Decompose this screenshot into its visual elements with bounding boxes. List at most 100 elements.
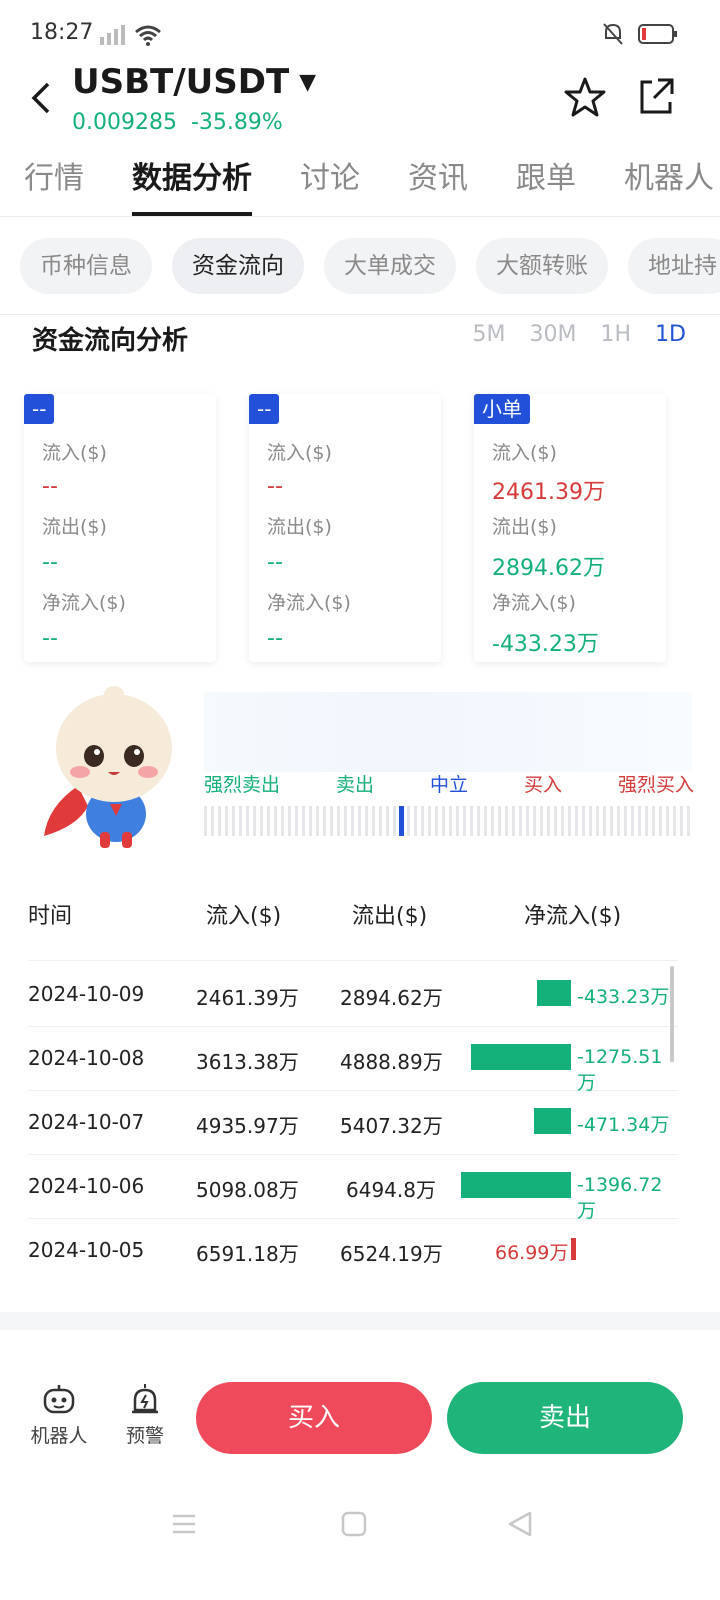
sentiment-labels: 强烈卖出 卖出 中立 买入 强烈买入 <box>204 770 694 797</box>
inflow-label: 流入($) <box>267 442 332 464</box>
table-row[interactable]: 2024-10-06 5098.08万 6494.8万 -1396.72万 <box>28 1154 678 1222</box>
price-line: 0.009285 -35.89% <box>72 110 283 135</box>
outflow-label: 流出($) <box>267 516 332 538</box>
cell-net: -433.23万 <box>577 986 670 1008</box>
divider <box>0 314 720 315</box>
period-30m[interactable]: 30M <box>530 322 577 347</box>
outflow-label: 流出($) <box>42 516 107 538</box>
share-icon[interactable] <box>636 76 676 118</box>
sentiment-strong-buy: 强烈买入 <box>617 774 694 796</box>
robot-entry[interactable]: 机器人 <box>28 1384 90 1448</box>
inflow-value: -- <box>42 474 58 499</box>
net-label: 净流入($) <box>267 592 351 614</box>
menu-icon[interactable] <box>170 1510 198 1538</box>
cell-date: 2024-10-07 <box>28 1110 145 1134</box>
status-icons <box>98 24 162 46</box>
pair-selector[interactable]: USBT/USDT ▼ <box>72 62 316 102</box>
outflow-value: 2894.62万 <box>492 556 605 581</box>
sentiment-strong-sell: 强烈卖出 <box>204 774 281 796</box>
inflow-label: 流入($) <box>42 442 107 464</box>
tab-robot[interactable]: 机器人 <box>600 158 720 216</box>
price-change: -35.89% <box>190 110 283 135</box>
tab-market[interactable]: 行情 <box>0 158 108 216</box>
net-bar <box>536 980 571 1006</box>
cell-outflow: 2894.62万 <box>340 986 443 1010</box>
table-row[interactable]: 2024-10-09 2461.39万 2894.62万 -433.23万 <box>28 962 678 1027</box>
cell-net: -1396.72万 <box>577 1174 663 1222</box>
last-price: 0.009285 <box>72 110 177 135</box>
caret-down-icon: ▼ <box>299 69 317 95</box>
outflow-value: -- <box>267 550 283 575</box>
card-tag: 小单 <box>474 394 530 424</box>
net-value: -433.23万 <box>492 632 599 657</box>
card-tag: -- <box>24 394 55 424</box>
chip-fund-flow[interactable]: 资金流向 <box>172 238 304 294</box>
sub-tabs: 币种信息 资金流向 大单成交 大额转账 地址持 <box>20 238 720 294</box>
buy-button[interactable]: 买入 <box>196 1382 432 1454</box>
net-label: 净流入($) <box>42 592 126 614</box>
sell-button[interactable]: 卖出 <box>447 1382 683 1454</box>
main-tabs: 行情 数据分析 讨论 资讯 跟单 机器人 <box>0 158 720 216</box>
chip-address-holdings[interactable]: 地址持 <box>628 238 720 294</box>
chip-large-orders[interactable]: 大单成交 <box>324 238 456 294</box>
inflow-value: 2461.39万 <box>492 480 605 505</box>
cell-outflow: 6524.19万 <box>340 1242 443 1266</box>
status-time: 18:27 <box>30 20 94 45</box>
table-row[interactable]: 2024-10-08 3613.38万 4888.89万 -1275.51万 <box>28 1026 678 1094</box>
sentiment-buy: 买入 <box>523 774 562 796</box>
net-value: -- <box>267 626 283 651</box>
tab-news[interactable]: 资讯 <box>384 158 492 216</box>
sentiment-gauge <box>204 806 692 836</box>
back-icon[interactable] <box>506 1510 534 1538</box>
chip-coin-info[interactable]: 币种信息 <box>20 238 152 294</box>
back-arrow-icon[interactable] <box>22 78 62 118</box>
header-time: 时间 <box>28 904 73 929</box>
header-inflow: 流入($) <box>206 904 282 929</box>
net-bar <box>571 1238 576 1260</box>
cell-outflow: 5407.32万 <box>340 1114 443 1138</box>
tab-discussion[interactable]: 讨论 <box>276 158 384 216</box>
cell-date: 2024-10-08 <box>28 1046 145 1070</box>
chip-large-transfers[interactable]: 大额转账 <box>476 238 608 294</box>
header-net: 净流入($) <box>524 904 622 929</box>
mascot-illustration <box>44 686 172 848</box>
inflow-label: 流入($) <box>492 442 557 464</box>
cell-date: 2024-10-05 <box>28 1238 145 1262</box>
divider <box>0 216 720 217</box>
pair-name: USBT/USDT <box>72 62 290 102</box>
table-scrollbar[interactable] <box>670 966 674 1062</box>
net-value: -- <box>42 626 58 651</box>
home-icon[interactable] <box>340 1510 368 1538</box>
signal-icon <box>100 25 125 45</box>
cell-inflow: 6591.18万 <box>196 1242 299 1266</box>
cell-net: -471.34万 <box>577 1114 670 1136</box>
star-icon[interactable] <box>564 76 606 118</box>
tab-copy-trade[interactable]: 跟单 <box>492 158 600 216</box>
period-1d[interactable]: 1D <box>655 322 686 347</box>
net-bar <box>461 1172 571 1198</box>
alarm-icon <box>132 1384 158 1414</box>
robot-icon <box>43 1385 75 1414</box>
section-title: 资金流向分析 <box>32 326 189 356</box>
cell-outflow: 4888.89万 <box>340 1050 443 1074</box>
flow-card: -- 流入($) -- 流出($) -- 净流入($) -- <box>249 394 441 662</box>
outflow-label: 流出($) <box>492 516 557 538</box>
status-right-icons <box>602 22 678 46</box>
robot-label: 机器人 <box>30 1425 88 1447</box>
inflow-value: -- <box>267 474 283 499</box>
wifi-icon <box>135 25 161 46</box>
cell-net: 66.99万 <box>495 1242 569 1264</box>
alert-entry[interactable]: 预警 <box>120 1384 170 1448</box>
cell-inflow: 2461.39万 <box>196 986 299 1010</box>
table-row[interactable]: 2024-10-07 4935.97万 5407.32万 -471.34万 <box>28 1090 678 1155</box>
cell-inflow: 3613.38万 <box>196 1050 299 1074</box>
cell-outflow: 6494.8万 <box>346 1178 436 1202</box>
table-divider <box>28 960 678 961</box>
table-row[interactable]: 2024-10-05 6591.18万 6524.19万 66.99万 <box>28 1218 678 1282</box>
tab-data-analysis[interactable]: 数据分析 <box>108 158 276 216</box>
header-outflow: 流出($) <box>352 904 428 929</box>
sentiment-marker <box>399 806 405 836</box>
period-5m[interactable]: 5M <box>473 322 506 347</box>
sentiment-neutral: 中立 <box>429 774 468 796</box>
period-1h[interactable]: 1H <box>601 322 632 347</box>
